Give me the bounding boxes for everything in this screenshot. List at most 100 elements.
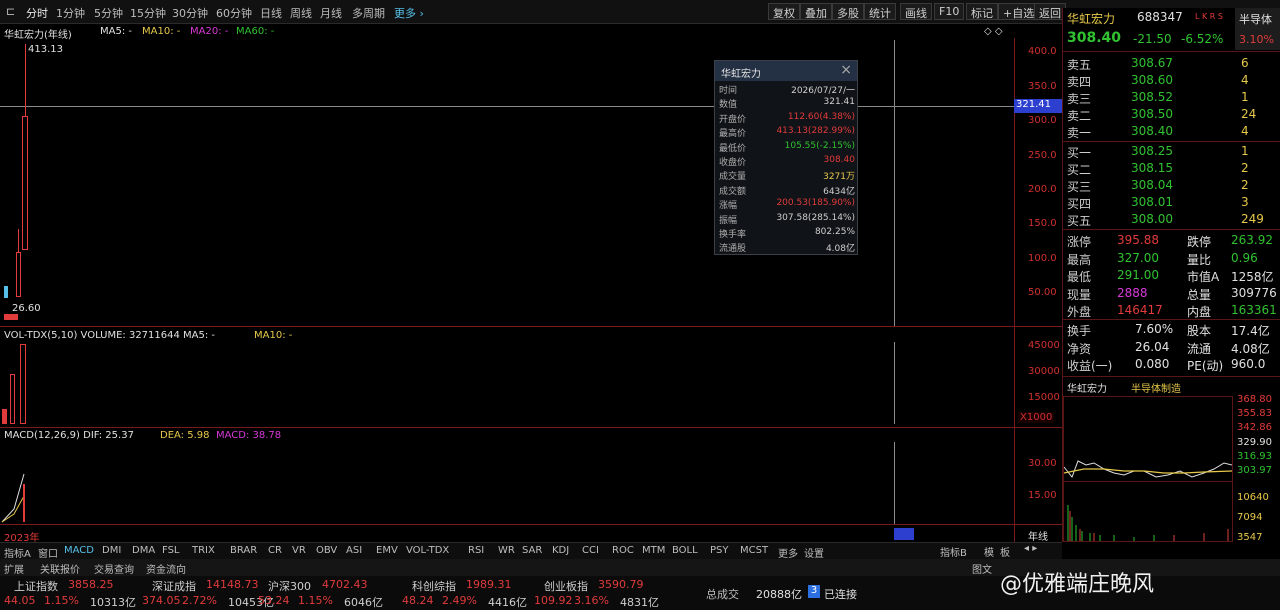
period-tab[interactable]: 15分钟 xyxy=(130,5,166,21)
indicator-b-tab[interactable]: 指标B xyxy=(940,544,967,559)
indicator-tab[interactable]: WR xyxy=(498,545,515,556)
index-percent: 3.16% xyxy=(574,594,609,607)
indicator-tab[interactable]: DMA xyxy=(132,545,155,556)
scroll-arrows-icon[interactable]: ◂ ▸ xyxy=(1024,543,1037,554)
index-amount: 6046亿 xyxy=(344,596,383,609)
index-name[interactable]: 创业板指 xyxy=(544,578,588,594)
tooltip-row-key: 数值 xyxy=(719,100,738,111)
period-tab[interactable]: 多周期 xyxy=(352,5,385,21)
period-tab[interactable]: 月线 xyxy=(320,5,342,21)
weibo-watermark: @优雅端庄晚风 xyxy=(1000,572,1155,597)
template-tab[interactable]: 模 xyxy=(984,544,994,559)
more-periods-button[interactable]: 更多 › xyxy=(394,5,424,21)
index-amount: 10313亿 xyxy=(90,596,136,609)
stat-row: 收益(一) 0.080 PE(动) 960.0 xyxy=(1063,357,1280,374)
indicator-tab[interactable]: MTM xyxy=(642,545,665,556)
draw-line-button[interactable]: 画线 xyxy=(900,3,932,20)
indicator-tab[interactable]: VOL-TDX xyxy=(406,545,449,556)
event-marker-icon[interactable] xyxy=(4,314,18,320)
indicator-tab[interactable]: PSY xyxy=(710,545,729,556)
tooltip-row-value: 112.60(4.38%) xyxy=(787,111,855,122)
order-volume: 1 xyxy=(1241,90,1249,104)
kline-chart-area[interactable]: 华虹宏力(年线) MA5: - MA10: - MA20: - MA60: - … xyxy=(0,24,1062,544)
indicator-tab[interactable]: BOLL xyxy=(672,545,698,556)
period-tab[interactable]: 1分钟 xyxy=(56,5,85,21)
indicator-tab[interactable]: 指标A xyxy=(4,545,31,560)
multi-stock-button[interactable]: 多股 xyxy=(832,3,864,20)
indicator-tab[interactable]: 更多 xyxy=(778,545,798,560)
graphic-text-button[interactable]: 图文 xyxy=(972,561,992,576)
tooltip-row-value: 413.13(282.99%) xyxy=(776,126,855,137)
crosshair-vertical xyxy=(894,40,895,326)
statistics-button[interactable]: 统计 xyxy=(864,3,896,20)
mini-axis-label: 316.93 xyxy=(1237,450,1272,462)
ma10-label: MA10: - xyxy=(142,26,181,37)
indicator-tab[interactable]: KDJ xyxy=(552,545,569,556)
indicator-tab[interactable]: VR xyxy=(292,545,306,556)
overlay-button[interactable]: 叠加 xyxy=(800,3,832,20)
stat-row: 现量 2888 总量 309776 xyxy=(1063,286,1280,303)
stat-value: 17.4亿 xyxy=(1231,324,1270,338)
index-value: 4702.43 xyxy=(322,578,368,591)
period-tab[interactable]: 30分钟 xyxy=(172,5,208,21)
indicator-tab[interactable]: RSI xyxy=(468,545,484,556)
indicator-tab[interactable]: OBV xyxy=(316,545,337,556)
tooltip-row: 数值 321.41 xyxy=(715,97,859,111)
sub-tab[interactable]: 扩展 xyxy=(4,561,24,576)
indicator-tab[interactable]: CCI xyxy=(582,545,599,556)
order-volume: 24 xyxy=(1241,107,1257,121)
sidebar-toggle-icon[interactable]: ⊏ xyxy=(6,5,15,18)
indicator-tab[interactable]: MCST xyxy=(740,545,768,556)
period-tab[interactable]: 周线 xyxy=(290,5,312,21)
indicator-tab[interactable]: TRIX xyxy=(192,545,215,556)
price-axis-label: 250.0 xyxy=(1028,150,1057,161)
adjust-button[interactable]: 复权 xyxy=(768,3,800,20)
f10-button[interactable]: F10 xyxy=(934,3,965,20)
period-tab[interactable]: 日线 xyxy=(260,5,282,21)
volume-bar xyxy=(10,374,15,424)
connection-status[interactable]: 已连接 xyxy=(824,586,857,602)
period-tab[interactable]: 60分钟 xyxy=(216,5,252,21)
index-name[interactable]: 科创综指 xyxy=(412,578,456,594)
stat-row: 涨停 395.88 跌停 263.92 xyxy=(1063,233,1280,250)
order-volume: 1 xyxy=(1241,144,1249,158)
buys-row: 买二 308.15 2 xyxy=(1063,161,1280,178)
period-tab[interactable]: 5分钟 xyxy=(94,5,123,21)
mini-axis-label: 355.83 xyxy=(1237,408,1272,420)
order-level-label: 买五 xyxy=(1067,214,1092,228)
indicator-tab[interactable]: SAR xyxy=(522,545,542,556)
chart-settings-icon[interactable]: ◇ ◇ xyxy=(984,26,1003,37)
intraday-mini-chart[interactable] xyxy=(1063,396,1233,542)
period-select-button[interactable]: 年线 xyxy=(1028,528,1048,543)
sector-box[interactable]: 半导体 3.10% xyxy=(1235,8,1280,50)
period-tab[interactable]: 分时 xyxy=(26,5,48,21)
indicator-tab[interactable]: ASI xyxy=(346,545,362,556)
indicator-tab[interactable]: FSL xyxy=(162,545,180,556)
order-price: 308.00 xyxy=(1131,212,1173,226)
quote-tag: L K R S xyxy=(1195,12,1223,21)
indicator-tab[interactable]: EMV xyxy=(376,545,398,556)
indicator-tab[interactable]: BRAR xyxy=(230,545,257,556)
mini-chart-sector[interactable]: 半导体制造 xyxy=(1131,380,1181,395)
close-icon[interactable]: × xyxy=(840,62,852,78)
index-name[interactable]: 深证成指 xyxy=(152,578,196,594)
order-volume: 2 xyxy=(1241,178,1249,192)
mark-button[interactable]: 标记 xyxy=(966,3,998,20)
indicator-tab[interactable]: MACD xyxy=(64,545,94,556)
order-volume: 4 xyxy=(1241,73,1249,87)
indicator-tab[interactable]: CR xyxy=(268,545,282,556)
sector-percent: 3.10% xyxy=(1239,33,1274,46)
stat-row: 净资 26.04 流通 4.08亿 xyxy=(1063,340,1280,357)
sector-button: 半导体 xyxy=(1239,13,1272,26)
index-name[interactable]: 上证指数 xyxy=(14,578,58,594)
indicator-tab[interactable]: 设置 xyxy=(804,545,824,560)
indicator-tab[interactable]: DMI xyxy=(102,545,121,556)
quote-panel: 华虹宏力 688347 L K R S 半导体 3.10% 308.40 -21… xyxy=(1062,8,1280,543)
board-tab[interactable]: 板 xyxy=(1000,544,1010,559)
sub-tab[interactable]: 资金流向 xyxy=(146,561,186,576)
index-name[interactable]: 沪深300 xyxy=(268,578,311,594)
sub-tab[interactable]: 交易查询 xyxy=(94,561,134,576)
indicator-tab[interactable]: 窗口 xyxy=(38,545,58,560)
sub-tab[interactable]: 关联报价 xyxy=(40,561,80,576)
indicator-tab[interactable]: ROC xyxy=(612,545,634,556)
